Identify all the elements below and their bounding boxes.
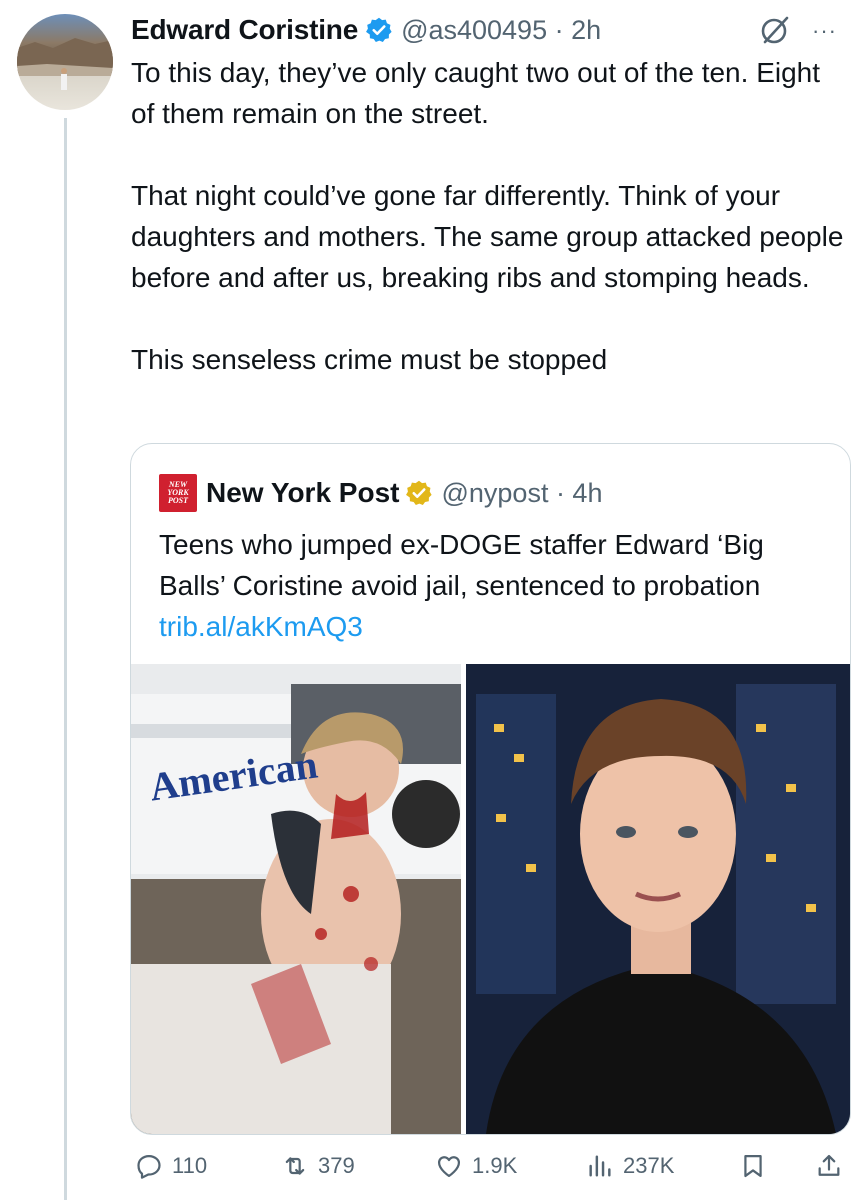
views-icon	[589, 1155, 611, 1177]
post-paragraph: To this day, they’ve only caught two out…	[131, 57, 821, 129]
quoted-post-text: Teens who jumped ex-DOGE staffer Edward …	[159, 524, 829, 647]
bookmark-icon	[744, 1154, 762, 1178]
interview-illustration	[466, 664, 850, 1134]
author-name[interactable]: Edward Coristine	[131, 14, 358, 46]
post-text: To this day, they’ve only caught two out…	[131, 52, 846, 380]
share-button[interactable]	[815, 1152, 843, 1180]
reply-count: 110	[172, 1153, 208, 1178]
quoted-author-handle-time[interactable]: @nypost · 4h	[441, 478, 602, 509]
repost-button[interactable]: 379	[281, 1152, 355, 1180]
quoted-author-name[interactable]: New York Post	[206, 477, 399, 509]
post-paragraph: This senseless crime must be stopped	[131, 344, 608, 375]
verified-badge-icon	[366, 17, 392, 43]
reply-button[interactable]: 110	[135, 1152, 207, 1180]
post-header: Edward Coristine @as400495 · 2h	[131, 12, 601, 48]
photo-interview[interactable]	[466, 664, 850, 1134]
share-icon	[818, 1154, 840, 1176]
photo-injured-man[interactable]: American	[131, 664, 461, 1134]
quoted-text: Teens who jumped ex-DOGE staffer Edward …	[159, 529, 764, 601]
avatar-photo	[17, 38, 113, 90]
injured-man-illustration	[131, 664, 461, 1134]
author-handle-time[interactable]: @as400495 · 2h	[401, 15, 601, 46]
more-options-icon[interactable]: ···	[812, 18, 837, 44]
quoted-post-header: NEW YORK POST New York Post @nypost · 4h	[159, 473, 602, 513]
thread-line	[64, 118, 67, 1200]
author-avatar[interactable]	[17, 14, 113, 110]
views-button[interactable]: 237K	[586, 1152, 674, 1180]
quoted-media[interactable]: American	[131, 664, 850, 1134]
bookmark-button[interactable]	[739, 1152, 767, 1180]
repost-count: 379	[318, 1153, 355, 1178]
action-bar: 110 379 1.9K 237K	[131, 1150, 846, 1186]
heart-icon	[437, 1156, 461, 1178]
grok-icon[interactable]	[759, 14, 791, 46]
post-paragraph: That night could’ve gone far differently…	[131, 180, 844, 293]
reply-icon	[137, 1154, 161, 1179]
like-button[interactable]: 1.9K	[435, 1152, 517, 1180]
repost-icon	[285, 1157, 305, 1175]
view-count: 237K	[623, 1153, 675, 1178]
quoted-link[interactable]: trib.al/akKmAQ3	[159, 611, 363, 642]
like-count: 1.9K	[472, 1153, 518, 1178]
quoted-post[interactable]: NEW YORK POST New York Post @nypost · 4h…	[130, 443, 851, 1135]
gold-verified-badge-icon	[406, 480, 433, 506]
nypost-logo: NEW YORK POST	[159, 474, 197, 512]
